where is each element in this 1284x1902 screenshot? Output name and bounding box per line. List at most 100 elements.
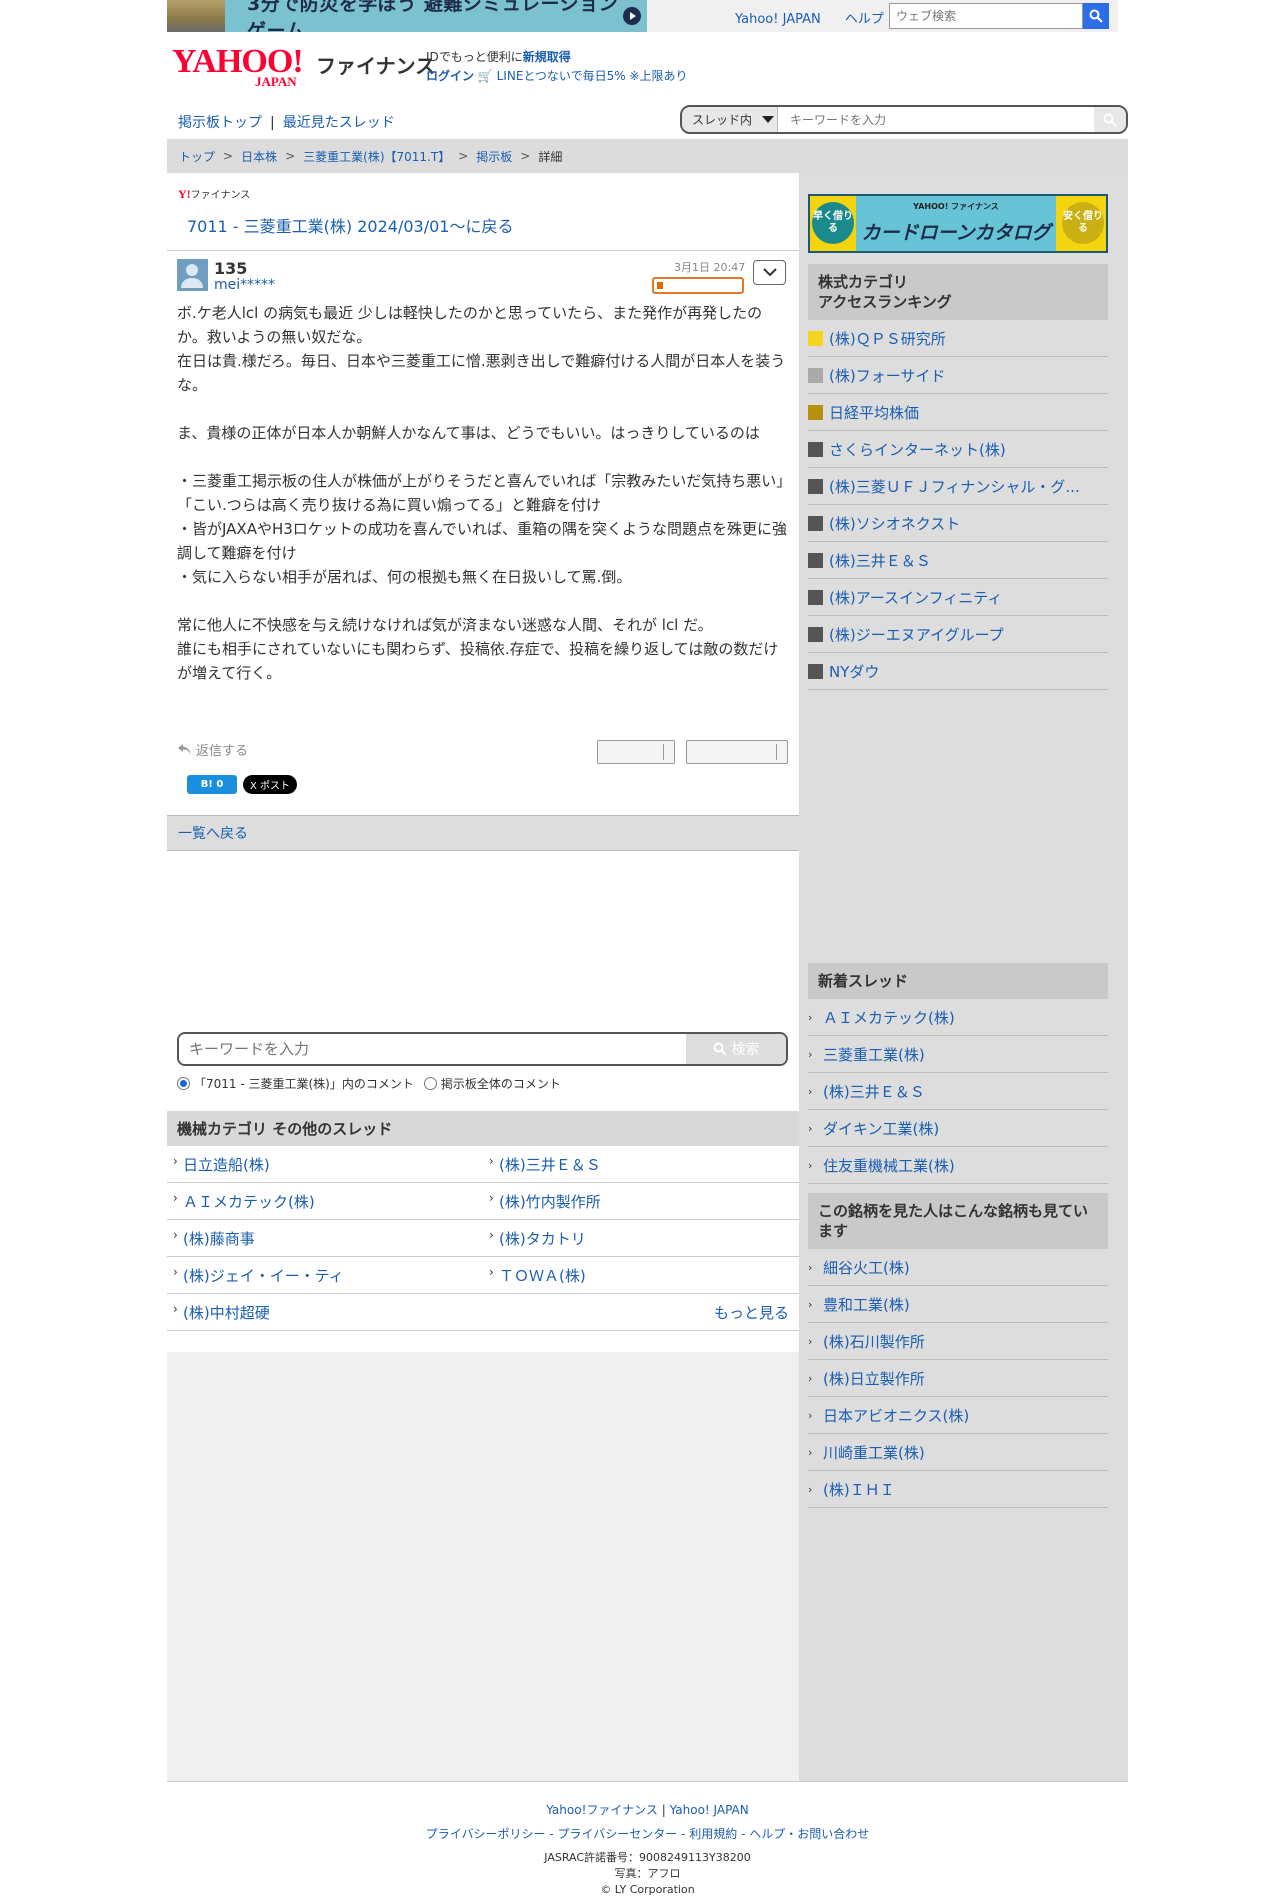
play-icon xyxy=(623,7,641,25)
thread-link[interactable]: (株)ジェイ・イー・ティ xyxy=(167,1265,483,1286)
breadcrumb-stock[interactable]: 三菱重工業(株)【7011.T】 xyxy=(303,148,450,165)
keyword-search-input[interactable] xyxy=(179,1034,686,1064)
privacy-policy-link[interactable]: プライバシーポリシー xyxy=(426,1827,546,1841)
post-username[interactable]: mei***** xyxy=(214,277,275,293)
reply-icon xyxy=(178,744,191,755)
web-search xyxy=(889,3,1109,29)
yahoo-japan-link[interactable]: Yahoo! JAPAN xyxy=(735,12,821,27)
also-viewed-item[interactable]: › (株)石川製作所 xyxy=(808,1323,1108,1360)
also-viewed-item[interactable]: › 細谷火工(株) xyxy=(808,1249,1108,1286)
chevron-right-icon: › xyxy=(808,1408,813,1422)
register-link[interactable]: 新規取得 xyxy=(523,50,571,64)
help-contact-link[interactable]: ヘルプ・お問い合わせ xyxy=(749,1827,869,1841)
post-line: ・三菱重工掲示板の住人が株価が上がりそうだと喜んでいれば「宗教みたいだ気持ち悪い… xyxy=(177,472,784,514)
new-thread-item[interactable]: › ＡＩメカテック(株) xyxy=(808,999,1108,1036)
thread-search: スレッド内 xyxy=(680,105,1128,134)
rank-marker-icon xyxy=(808,441,823,457)
keyword-search-button[interactable]: 検索 xyxy=(686,1034,786,1064)
ranking-item[interactable]: さくらインターネット(株) xyxy=(808,431,1108,468)
keyword-search: 検索 xyxy=(177,1032,788,1066)
ranking-item-label: (株)三井Ｅ＆Ｓ xyxy=(829,551,931,570)
new-thread-item[interactable]: › 三菱重工業(株) xyxy=(808,1036,1108,1073)
new-thread-item-label: ダイキン工業(株) xyxy=(823,1119,940,1138)
main-column-filler xyxy=(167,1352,799,1781)
ranking-item[interactable]: NYダウ xyxy=(808,653,1108,690)
sentiment-meter-fill xyxy=(657,282,663,289)
thread-link[interactable]: (株)藤商事 xyxy=(167,1228,483,1249)
also-viewed-item[interactable]: › (株)ＩＨＩ xyxy=(808,1471,1108,1508)
promo-banner[interactable]: 3分で防災を学ぼう 避難シミュレーションゲーム xyxy=(167,0,647,32)
also-viewed-item[interactable]: › 川崎重工業(株) xyxy=(808,1434,1108,1471)
terms-link[interactable]: 利用規約 xyxy=(689,1827,737,1841)
footer-separator: | xyxy=(661,1803,670,1817)
footer-separator: - xyxy=(681,1827,690,1841)
board-top-link[interactable]: 掲示板トップ xyxy=(178,115,262,131)
breadcrumb-japan-stocks[interactable]: 日本株 xyxy=(241,148,277,165)
new-thread-item[interactable]: › ダイキン工業(株) xyxy=(808,1110,1108,1147)
chevron-right-icon: › xyxy=(808,1010,813,1024)
ad-title: カードローンカタログ xyxy=(861,222,1051,244)
ranking-item[interactable]: (株)ＱＰＳ研究所 xyxy=(808,320,1108,357)
thread-link[interactable]: ＴＯＷＡ(株) xyxy=(483,1265,799,1286)
also-viewed-item-label: 川崎重工業(株) xyxy=(823,1443,925,1462)
search-scope-select[interactable]: スレッド内 xyxy=(682,107,778,132)
thread-link[interactable]: (株)三井Ｅ＆Ｓ xyxy=(483,1154,799,1175)
also-viewed-item-label: (株)石川製作所 xyxy=(823,1332,925,1351)
radio-in-thread[interactable] xyxy=(177,1077,190,1090)
empathy-button[interactable] xyxy=(597,740,675,764)
also-viewed-item[interactable]: › 日本アビオニクス(株) xyxy=(808,1397,1108,1434)
back-to-list-link[interactable]: 一覧へ戻る xyxy=(178,823,248,843)
search-scope-label: スレッド内 xyxy=(692,113,753,127)
ranking-item[interactable]: (株)ジーエヌアイグループ xyxy=(808,616,1108,653)
footer-yahoo-japan-link[interactable]: Yahoo! JAPAN xyxy=(670,1803,749,1817)
ad-fast-badge: 早く借りる xyxy=(812,202,854,244)
ranking-item[interactable]: 日経平均株価 xyxy=(808,394,1108,431)
chevron-right-icon: › xyxy=(808,1445,813,1459)
reply-button[interactable]: 返信する xyxy=(177,740,248,759)
ad-logo: YAHOO! ファイナンス xyxy=(913,202,999,211)
hatena-bookmark-button[interactable]: B! 0 xyxy=(187,775,237,794)
new-thread-item[interactable]: › (株)三井Ｅ＆Ｓ xyxy=(808,1073,1108,1110)
new-thread-item[interactable]: › 住友重機械工業(株) xyxy=(808,1147,1108,1184)
ranking-item[interactable]: (株)アースインフィニティ xyxy=(808,579,1108,616)
line-promo-link[interactable]: LINEとつないで毎日5% ※上限あり xyxy=(497,69,688,83)
post-line: 在日は貴.様だろ。毎日、日本や三菱重工に憎.悪剥き出しで難癖付ける人間が日本人を… xyxy=(177,352,786,394)
login-link[interactable]: ログイン xyxy=(426,69,474,83)
ranking-item[interactable]: (株)三菱ＵＦＪフィナンシャル・グ... xyxy=(808,468,1108,505)
post-date: 3月1日 20:47 xyxy=(674,261,746,274)
thread-link[interactable]: 日立造船(株) xyxy=(167,1154,483,1175)
x-post-button[interactable]: X ポスト xyxy=(243,775,297,794)
breadcrumb-separator: > xyxy=(520,149,531,163)
thread-search-input[interactable] xyxy=(778,107,1094,132)
web-search-button[interactable] xyxy=(1083,3,1109,29)
recent-threads-link[interactable]: 最近見たスレッド xyxy=(283,115,395,131)
thread-link[interactable]: (株)タカトリ xyxy=(483,1228,799,1249)
ranking-item[interactable]: (株)ソシオネクスト xyxy=(808,505,1108,542)
privacy-center-link[interactable]: プライバシーセンター xyxy=(557,1827,677,1841)
web-search-input[interactable] xyxy=(889,3,1083,29)
help-link[interactable]: ヘルプ xyxy=(845,12,884,27)
thread-search-button[interactable] xyxy=(1094,107,1126,132)
ranking-item[interactable]: (株)フォーサイド xyxy=(808,357,1108,394)
thread-link[interactable]: (株)竹内製作所 xyxy=(483,1191,799,1212)
footer-yahoo-finance-link[interactable]: Yahoo!ファイナンス xyxy=(546,1803,658,1817)
thread-link[interactable]: ＡＩメカテック(株) xyxy=(167,1191,483,1212)
radio-all-board[interactable] xyxy=(423,1077,437,1090)
thread-link[interactable]: (株)中村超硬 xyxy=(167,1302,483,1323)
breadcrumb-board[interactable]: 掲示板 xyxy=(476,148,512,165)
ranking-item[interactable]: (株)三井Ｅ＆Ｓ xyxy=(808,542,1108,579)
thread-title-link[interactable]: 7011 - 三菱重工業(株) 2024/03/01〜に戻る xyxy=(187,213,513,237)
breadcrumb-top[interactable]: トップ xyxy=(179,148,215,165)
post-line: ・皆がJAXAやH3ロケットの成功を喜んでいれば、重箱の隅を突くような問題点を殊… xyxy=(177,520,788,562)
also-viewed-item[interactable]: › 豊和工業(株) xyxy=(808,1286,1108,1323)
card-loan-ad[interactable]: 早く借りる YAHOO! ファイナンス カードローンカタログ 安く借りる xyxy=(808,194,1108,253)
footer: Yahoo!ファイナンス | Yahoo! JAPAN プライバシーポリシー -… xyxy=(167,1802,1128,1898)
more-threads-link[interactable]: もっと見る xyxy=(714,1302,789,1323)
post-menu-button[interactable] xyxy=(753,260,786,285)
thanks-button[interactable] xyxy=(686,740,788,764)
yahoo-finance-logo[interactable]: YAHOO! JAPAN ファイナンス xyxy=(172,45,435,90)
also-viewed-item[interactable]: › (株)日立製作所 xyxy=(808,1360,1108,1397)
ranking-list: (株)ＱＰＳ研究所 (株)フォーサイド 日経平均株価 さくらインターネット(株) (株)… xyxy=(808,320,1108,690)
photo-credit: 写真：アフロ xyxy=(614,1867,681,1880)
back-to-list-bar: 一覧へ戻る xyxy=(167,815,799,851)
